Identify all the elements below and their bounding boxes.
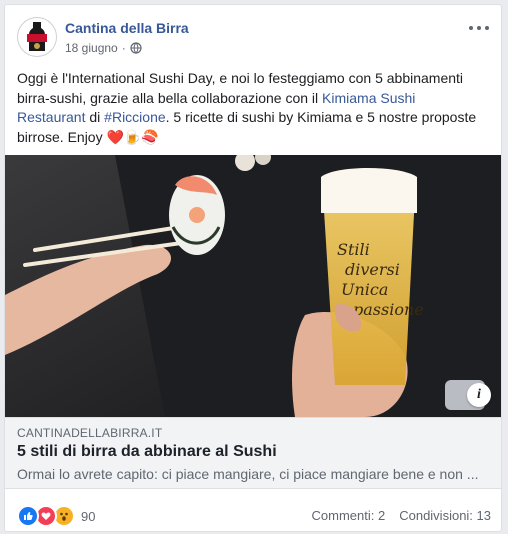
post-emoji: ❤️🍺🍣 (106, 128, 159, 145)
link-preview-domain: CANTINADELLABIRRA.IT (17, 426, 163, 440)
reaction-count: 90 (81, 508, 96, 524)
glass-text-line1: Stili (337, 240, 370, 259)
post-header: Cantina della Birra 18 giugno · (5, 5, 501, 65)
post-footer: 90 Commenti: 2 Condivisioni: 13 (5, 489, 501, 531)
hashtag-riccione-link[interactable]: #Riccione (104, 109, 165, 125)
post-image[interactable]: Stili diversi Unica passione i (5, 155, 501, 417)
link-preview-title[interactable]: 5 stili di birra da abbinare al Sushi (17, 443, 277, 461)
shares-count[interactable]: Condivisioni: 13 (399, 508, 491, 523)
like-icon (17, 505, 39, 527)
engagement-counts: Commenti: 2 Condivisioni: 13 (312, 508, 491, 523)
page-name-link[interactable]: Cantina della Birra (65, 20, 189, 36)
globe-icon[interactable] (130, 42, 142, 54)
post-card: Cantina della Birra 18 giugno · Oggi è l… (4, 4, 502, 532)
page-avatar[interactable] (17, 17, 57, 57)
glass-text-line2: diversi (345, 260, 400, 279)
post-text: Oggi è l'International Sushi Day, e noi … (17, 69, 487, 147)
link-preview[interactable]: CANTINADELLABIRRA.IT 5 stili di birra da… (5, 417, 501, 489)
reactions-summary[interactable]: 90 (17, 505, 95, 527)
more-options-icon[interactable] (469, 21, 489, 35)
meta-separator: · (121, 41, 126, 55)
comments-count[interactable]: Commenti: 2 (312, 508, 386, 523)
post-text-part2: di (85, 109, 105, 125)
post-date[interactable]: 18 giugno (65, 41, 118, 55)
glass-text-line4: passione (353, 300, 424, 319)
cantina-logo-icon (19, 19, 55, 55)
info-icon[interactable]: i (467, 383, 491, 407)
post-meta: 18 giugno · (65, 41, 142, 55)
sushi-beer-photo: Stili diversi Unica passione (5, 155, 501, 417)
glass-text-line3: Unica (341, 280, 388, 299)
link-preview-description: Ormai lo avrete capito: ci piace mangiar… (17, 466, 479, 482)
